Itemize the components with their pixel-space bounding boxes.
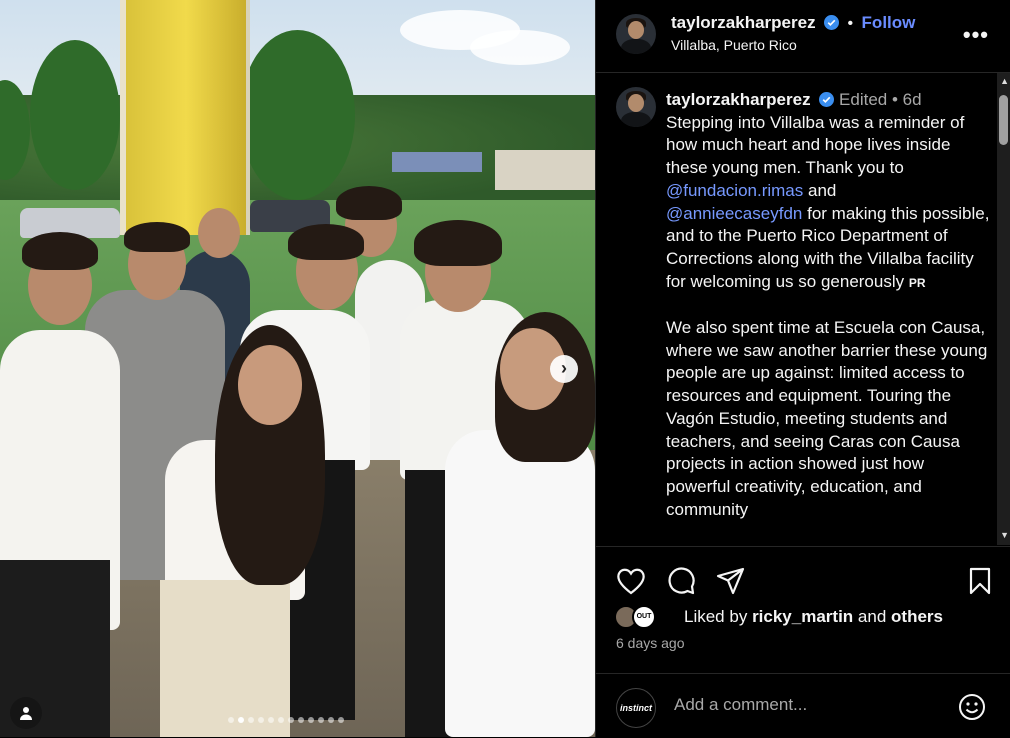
- caption-scroll-area[interactable]: taylorzakharperez Edited • 6d Stepping i…: [596, 73, 1010, 545]
- photo-person-hair: [22, 232, 98, 270]
- caption-text-1: Stepping into Villalba was a reminder of…: [666, 112, 965, 178]
- post-actions: OUT Liked by ricky_martin and others 6 d…: [596, 546, 1010, 672]
- photo-person-hair: [288, 224, 364, 260]
- photo-person: [160, 580, 290, 737]
- liked-by-and: and: [857, 607, 887, 626]
- heart-icon[interactable]: [616, 567, 646, 595]
- carousel-dot: [318, 717, 324, 723]
- flag-pr: PR: [908, 275, 926, 290]
- photo-person: [445, 430, 595, 737]
- follow-button[interactable]: Follow: [862, 13, 916, 32]
- mention-annieecaseyfdn[interactable]: @annieecaseyfdn: [666, 204, 802, 223]
- share-icon[interactable]: [716, 567, 746, 595]
- carousel-dot-active: [238, 717, 244, 723]
- post-timestamp[interactable]: 6 days ago: [616, 635, 685, 651]
- mention-fundacion-rimas[interactable]: @fundacion.rimas: [666, 181, 803, 200]
- header-separator: •: [847, 15, 854, 32]
- liked-by-prefix: Liked by: [684, 607, 748, 626]
- avatar-body: [620, 38, 652, 54]
- liked-by-others[interactable]: others: [891, 607, 943, 626]
- photo-person-hair: [124, 222, 190, 252]
- liked-by-line: Liked by ricky_martin and others: [684, 607, 943, 627]
- carousel-dot: [248, 717, 254, 723]
- carousel-dot: [258, 717, 264, 723]
- carousel-dot: [228, 717, 234, 723]
- photo-person-head: [238, 345, 302, 425]
- author-avatar[interactable]: [616, 14, 656, 54]
- person-tag-button[interactable]: [10, 697, 42, 729]
- photo-person-hair: [336, 186, 402, 220]
- post-location[interactable]: Villalba, Puerto Rico: [671, 37, 797, 53]
- photo-building: [495, 150, 595, 190]
- photo-person-hair: [414, 220, 502, 266]
- post-photo[interactable]: ›: [0, 0, 595, 737]
- avatar-face: [628, 21, 644, 39]
- current-user-avatar[interactable]: instinct: [616, 688, 656, 728]
- caption-author-avatar[interactable]: [616, 87, 656, 127]
- photo-tree: [240, 30, 355, 200]
- carousel-dot: [338, 717, 344, 723]
- carousel-dot: [328, 717, 334, 723]
- post-side-panel: taylorzakharperez • Follow Villalba, Pue…: [595, 0, 1010, 737]
- comment-icon[interactable]: [666, 566, 696, 596]
- bookmark-icon[interactable]: [968, 567, 992, 595]
- carousel-dot: [268, 717, 274, 723]
- comment-input[interactable]: [672, 694, 946, 716]
- more-options-button[interactable]: •••: [963, 22, 989, 48]
- carousel-next-button[interactable]: ›: [550, 355, 578, 383]
- chevron-right-icon: ›: [561, 358, 567, 378]
- carousel-indicator: [228, 717, 344, 723]
- carousel-dot: [298, 717, 304, 723]
- liked-by-user[interactable]: ricky_martin: [752, 607, 853, 626]
- caption-scroll-thumb[interactable]: [999, 95, 1008, 145]
- avatar-body: [620, 111, 652, 127]
- caption-and: and: [808, 180, 837, 200]
- post-caption: taylorzakharperez Edited • 6d Stepping i…: [666, 89, 991, 521]
- scroll-up-icon[interactable]: ▲: [1000, 76, 1009, 86]
- liker-avatar-out[interactable]: OUT: [632, 605, 656, 629]
- photo-building: [392, 152, 482, 172]
- avatar-face: [628, 94, 644, 112]
- verified-icon: [824, 15, 840, 30]
- comment-bar: instinct: [596, 673, 1010, 738]
- verified-icon: [819, 92, 835, 107]
- photo-tree: [30, 40, 120, 190]
- edited-label: Edited: [839, 90, 888, 109]
- carousel-dot: [278, 717, 284, 723]
- header-user-line: taylorzakharperez • Follow: [671, 13, 915, 33]
- scroll-down-icon[interactable]: ▼: [1000, 530, 1009, 540]
- author-username[interactable]: taylorzakharperez: [671, 13, 816, 32]
- photo-pillar: [120, 0, 250, 235]
- photo-person-head: [198, 208, 240, 258]
- person-tag-icon: [20, 707, 32, 720]
- photo-cloud: [470, 30, 570, 65]
- caption-separator: •: [891, 90, 898, 109]
- post-header: taylorzakharperez • Follow Villalba, Pue…: [596, 0, 1010, 73]
- caption-paragraph-2: We also spent time at Escuela con Causa,…: [666, 318, 988, 519]
- caption-author-username[interactable]: taylorzakharperez: [666, 90, 811, 109]
- carousel-dot: [308, 717, 314, 723]
- more-icon: •••: [962, 22, 989, 47]
- caption-age[interactable]: 6d: [903, 90, 922, 109]
- carousel-dot: [288, 717, 294, 723]
- emoji-icon[interactable]: [957, 692, 987, 722]
